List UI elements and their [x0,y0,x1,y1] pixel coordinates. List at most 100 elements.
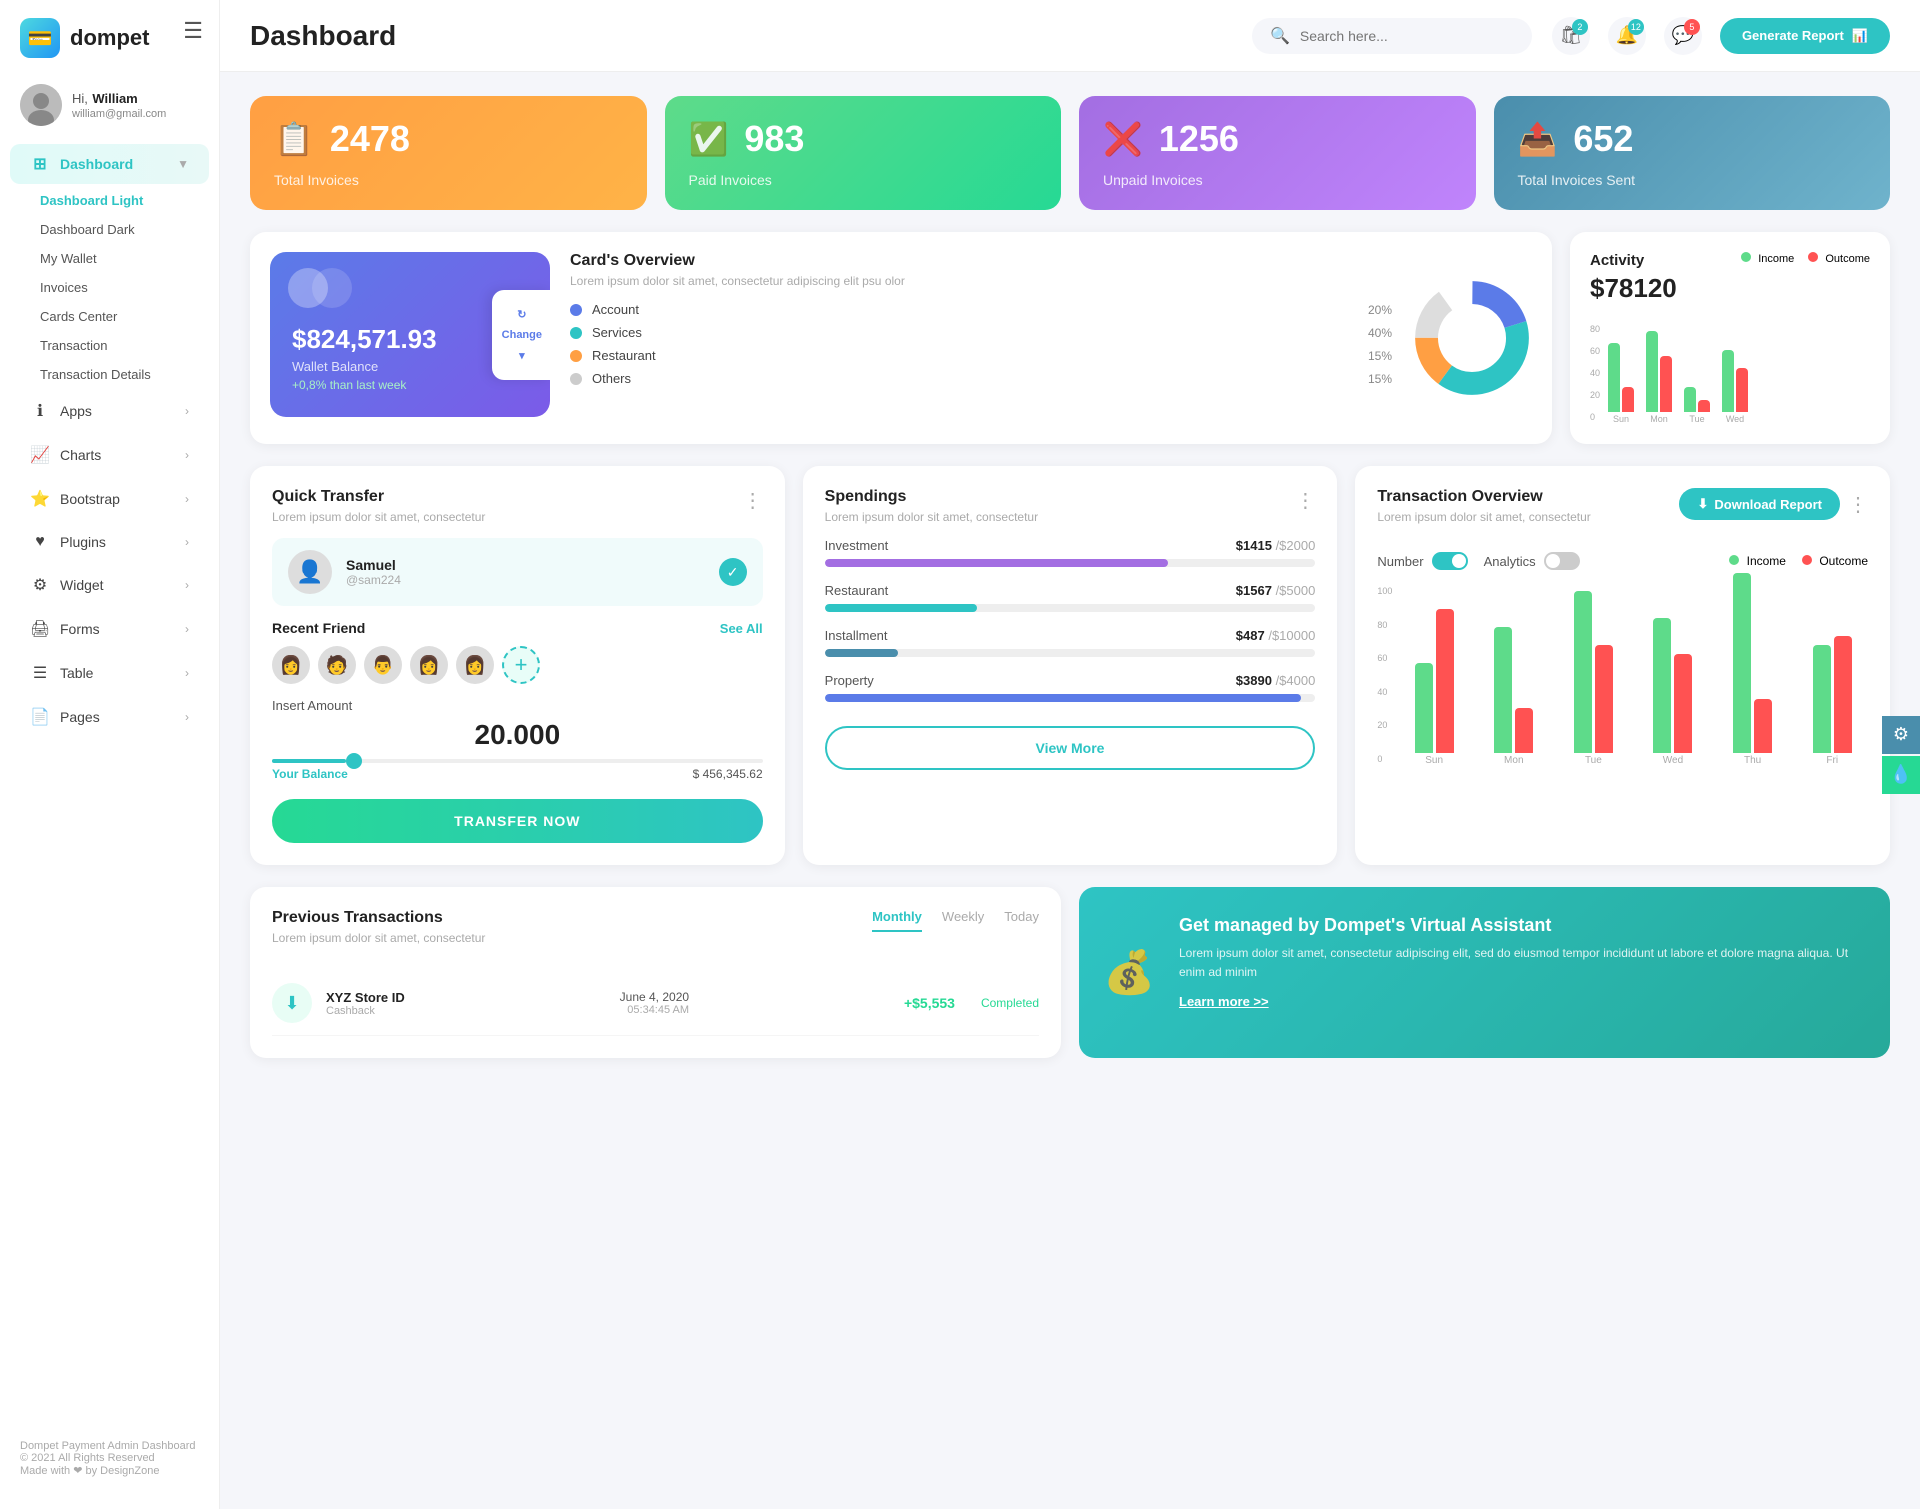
quick-transfer-menu-icon[interactable]: ⋮ [743,488,763,513]
legend-pct-services: 40% [1368,326,1392,340]
contact-handle: @sam224 [346,573,401,587]
see-all-link[interactable]: See All [720,621,763,636]
sidebar-footer: Dompet Payment Admin Dashboard © 2021 Al… [0,1424,219,1493]
sidebar-item-pages[interactable]: 📄 Pages › [10,697,209,737]
legend-account: Account 20% [570,302,1392,317]
legend-label-restaurant: Restaurant [592,348,656,363]
spending-val-investment: $1415 [1236,538,1272,553]
tab-weekly[interactable]: Weekly [942,909,984,932]
tx-overview-menu-icon[interactable]: ⋮ [1848,492,1868,517]
sidebar-item-apps[interactable]: ℹ Apps › [10,391,209,431]
bag-button[interactable]: 🛍 2 [1552,17,1590,55]
bar-tue-outcome [1698,400,1710,412]
progress-fill-installment [825,649,899,657]
submenu-my-wallet[interactable]: My Wallet [30,244,219,273]
add-friend-button[interactable]: + [502,646,540,684]
generate-report-button[interactable]: Generate Report 📊 [1720,18,1890,54]
tx-amount: +$5,553 [904,995,955,1011]
friend-avatar-1[interactable]: 👩 [272,646,310,684]
search-input[interactable] [1300,28,1500,44]
logo-icon: 💳 [20,18,60,58]
activity-legend: Income Outcome [1741,252,1870,265]
settings-float-button[interactable]: ⚙ [1882,716,1920,754]
friend-avatar-3[interactable]: 👨 [364,646,402,684]
stat-label-unpaid: Unpaid Invoices [1103,172,1452,188]
submenu-invoices[interactable]: Invoices [30,273,219,302]
slider-thumb[interactable] [346,753,362,769]
tab-today[interactable]: Today [1004,909,1039,932]
wallet-change-button[interactable]: ↻ Change ▾ [492,290,550,380]
number-toggle-label: Number [1377,554,1423,569]
bar-group-sun: Sun [1608,343,1634,424]
chevron-right-icon-5: › [185,578,189,592]
bar-group-mon: Mon [1646,331,1672,424]
spending-amount-restaurant: $1567 /$5000 [1236,583,1316,598]
progress-fill-investment [825,559,1168,567]
stat-sent-invoices: 📤 652 Total Invoices Sent [1494,96,1891,210]
spending-item-restaurant: Restaurant $1567 /$5000 [825,583,1316,612]
big-label-fri: Fri [1826,755,1838,766]
tx-date: June 4, 2020 [620,990,689,1004]
sidebar-item-plugins[interactable]: ♥ Plugins › [10,523,209,561]
spending-total-installment: /$10000 [1268,628,1315,643]
big-bar-wed-outcome [1674,654,1692,753]
spendings-menu-icon[interactable]: ⋮ [1295,488,1315,513]
income-label: Income [1758,253,1794,265]
sidebar-item-forms[interactable]: 🖨 Forms › [10,609,209,649]
bell-button[interactable]: 🔔 12 [1608,17,1646,55]
submenu-dashboard-light[interactable]: Dashboard Light [30,186,219,215]
tab-monthly[interactable]: Monthly [872,909,922,932]
hamburger-icon[interactable]: ☰ [167,0,203,44]
search-bar[interactable]: 🔍 [1252,18,1532,54]
spending-label-investment: Investment [825,538,889,553]
page-content: 📋 2478 Total Invoices ✅ 983 Paid Invoice… [220,72,1920,1509]
view-more-button[interactable]: View More [825,726,1316,770]
sidebar-label-forms: Forms [60,621,100,637]
legend-pct-account: 20% [1368,303,1392,317]
quick-transfer-header: Quick Transfer Lorem ipsum dolor sit ame… [272,488,763,538]
submenu-transaction-details[interactable]: Transaction Details [30,360,219,389]
big-bars: Sun Mon [1398,586,1868,766]
legend-label-others: Others [592,371,631,386]
theme-float-button[interactable]: 💧 [1882,756,1920,794]
tx-overview-legend: Income Outcome [1729,554,1868,568]
contact-info: Samuel @sam224 [346,557,401,587]
chat-button[interactable]: 💬 5 [1664,17,1702,55]
submenu-cards-center[interactable]: Cards Center [30,302,219,331]
stats-row: 📋 2478 Total Invoices ✅ 983 Paid Invoice… [250,96,1890,210]
number-toggle[interactable] [1432,552,1468,570]
friend-avatar-2[interactable]: 🧑 [318,646,356,684]
logo-text: dompet [70,25,149,51]
sidebar-item-table[interactable]: ☰ Table › [10,653,209,693]
generate-report-label: Generate Report [1742,28,1844,43]
analytics-toggle[interactable] [1544,552,1580,570]
transfer-now-button[interactable]: TRANSFER NOW [272,799,763,843]
label-sun: Sun [1613,414,1629,424]
legend-restaurant: Restaurant 15% [570,348,1392,363]
friend-avatar-4[interactable]: 👩 [410,646,448,684]
spending-header-investment: Investment $1415 /$2000 [825,538,1316,553]
bar-group-wed: Wed [1722,350,1748,424]
tx-income-label: Income [1747,554,1786,568]
submenu-dashboard-dark[interactable]: Dashboard Dark [30,215,219,244]
va-learn-more-link[interactable]: Learn more >> [1179,994,1862,1009]
user-name: William [92,91,137,106]
friend-avatar-5[interactable]: 👩 [456,646,494,684]
submenu-transaction[interactable]: Transaction [30,331,219,360]
footer-text-2: © 2021 All Rights Reserved [20,1452,199,1464]
bar-wed-income [1722,350,1734,412]
featured-contact[interactable]: 👤 Samuel @sam224 ✓ [272,538,763,606]
sidebar-item-bootstrap[interactable]: ⭐ Bootstrap › [10,479,209,519]
tx-overview-header: Transaction Overview Lorem ipsum dolor s… [1377,488,1868,538]
sidebar-item-charts[interactable]: 📈 Charts › [10,435,209,475]
sidebar-item-widget[interactable]: ⚙ Widget › [10,565,209,605]
spending-item-property: Property $3890 /$4000 [825,673,1316,702]
big-bar-mon-outcome [1515,708,1533,753]
tx-overview-subtitle: Lorem ipsum dolor sit amet, consectetur [1377,510,1590,524]
big-bar-thu-outcome [1754,699,1772,753]
spending-amount-investment: $1415 /$2000 [1236,538,1316,553]
sidebar-item-dashboard[interactable]: ⊞ Dashboard ▼ [10,144,209,184]
card-overview-subtitle: Lorem ipsum dolor sit amet, consectetur … [570,274,1392,288]
download-report-button[interactable]: ⬇ Download Report [1679,488,1840,520]
amount-slider[interactable] [272,759,763,763]
